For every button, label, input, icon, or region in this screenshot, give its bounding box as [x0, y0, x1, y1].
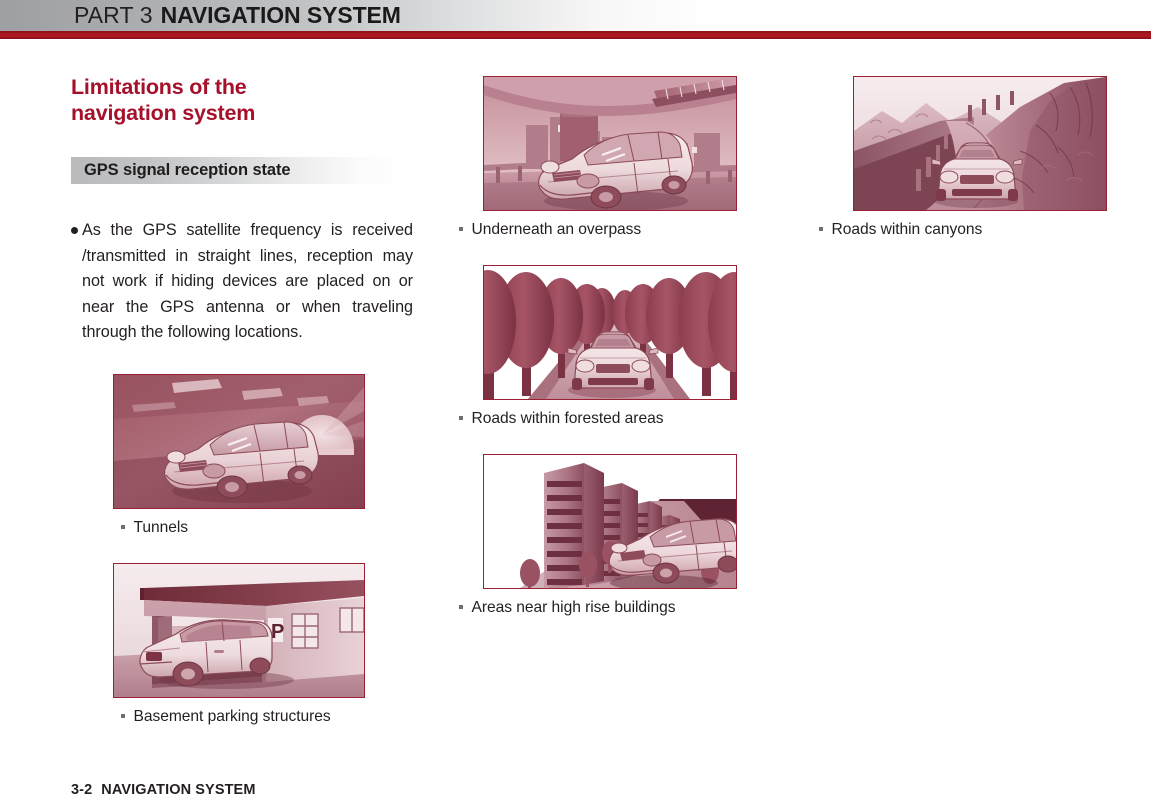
page-header-bar: PART 3 NAVIGATION SYSTEM	[0, 0, 1151, 31]
square-bullet-icon	[459, 416, 463, 420]
subsection-header: GPS signal reception state	[71, 157, 411, 184]
page-header-text: PART 3 NAVIGATION SYSTEM	[74, 1, 401, 30]
overpass-illustration	[484, 77, 736, 210]
tunnel-illustration	[114, 375, 364, 508]
canyon-road-illustration	[854, 77, 1106, 210]
figure-high-rise: Areas near high rise buildings	[459, 454, 737, 616]
footer-label: NAVIGATION SYSTEM	[101, 782, 256, 798]
square-bullet-icon	[459, 227, 463, 231]
figure-tunnels-caption: Tunnels	[121, 519, 188, 537]
page-title-line2: navigation system	[71, 101, 256, 125]
figure-high-rise-caption-text: Areas near high rise buildings	[471, 599, 676, 616]
page-title-line1: Limitations of the	[71, 75, 247, 99]
figure-basement-parking-image: P	[113, 563, 365, 698]
forest-road-illustration	[484, 266, 736, 399]
figure-basement-parking: P Basement parking structures	[113, 563, 365, 725]
square-bullet-icon	[459, 605, 463, 609]
figure-tunnels-image	[113, 374, 365, 509]
intro-paragraph-text: As the GPS satellite frequency is receiv…	[82, 221, 413, 342]
figure-canyons-caption-text: Roads within canyons	[831, 221, 983, 238]
figure-forested-roads-caption: Roads within forested areas	[459, 410, 664, 428]
figure-basement-parking-caption-text: Basement parking structures	[133, 708, 331, 725]
figure-forested-roads: Roads within forested areas	[459, 265, 737, 427]
subsection-header-label: GPS signal reception state	[84, 161, 291, 179]
figure-forested-roads-image	[483, 265, 737, 400]
figure-basement-parking-caption: Basement parking structures	[121, 708, 331, 726]
intro-paragraph-block: As the GPS satellite frequency is receiv…	[71, 218, 413, 346]
parking-structure-illustration: P	[114, 564, 364, 697]
page-title: Limitations of the navigation system	[71, 74, 421, 126]
figure-tunnels-caption-text: Tunnels	[133, 519, 189, 536]
figure-high-rise-caption: Areas near high rise buildings	[459, 599, 675, 617]
figure-forested-roads-caption-text: Roads within forested areas	[471, 410, 664, 427]
figure-canyons-image	[853, 76, 1107, 211]
header-red-rule	[0, 31, 1151, 39]
figure-canyons: Roads within canyons	[819, 76, 1107, 238]
square-bullet-icon	[819, 227, 823, 231]
figure-overpass-caption-text: Underneath an overpass	[471, 221, 642, 238]
figure-overpass: Underneath an overpass	[459, 76, 737, 238]
square-bullet-icon	[121, 714, 125, 718]
figure-canyons-caption: Roads within canyons	[819, 221, 982, 239]
high-rise-illustration	[484, 455, 736, 588]
page-footer: 3-2 NAVIGATION SYSTEM	[71, 782, 256, 798]
part-title: NAVIGATION SYSTEM	[160, 2, 401, 28]
figure-overpass-caption: Underneath an overpass	[459, 221, 641, 239]
figure-overpass-image	[483, 76, 737, 211]
part-label: PART 3	[74, 2, 153, 28]
parking-p-label: P	[271, 621, 284, 643]
bullet-dot-icon	[71, 227, 78, 234]
figure-high-rise-image	[483, 454, 737, 589]
square-bullet-icon	[121, 525, 125, 529]
footer-page-number: 3-2	[71, 782, 93, 798]
figure-tunnels: Tunnels	[113, 374, 365, 536]
